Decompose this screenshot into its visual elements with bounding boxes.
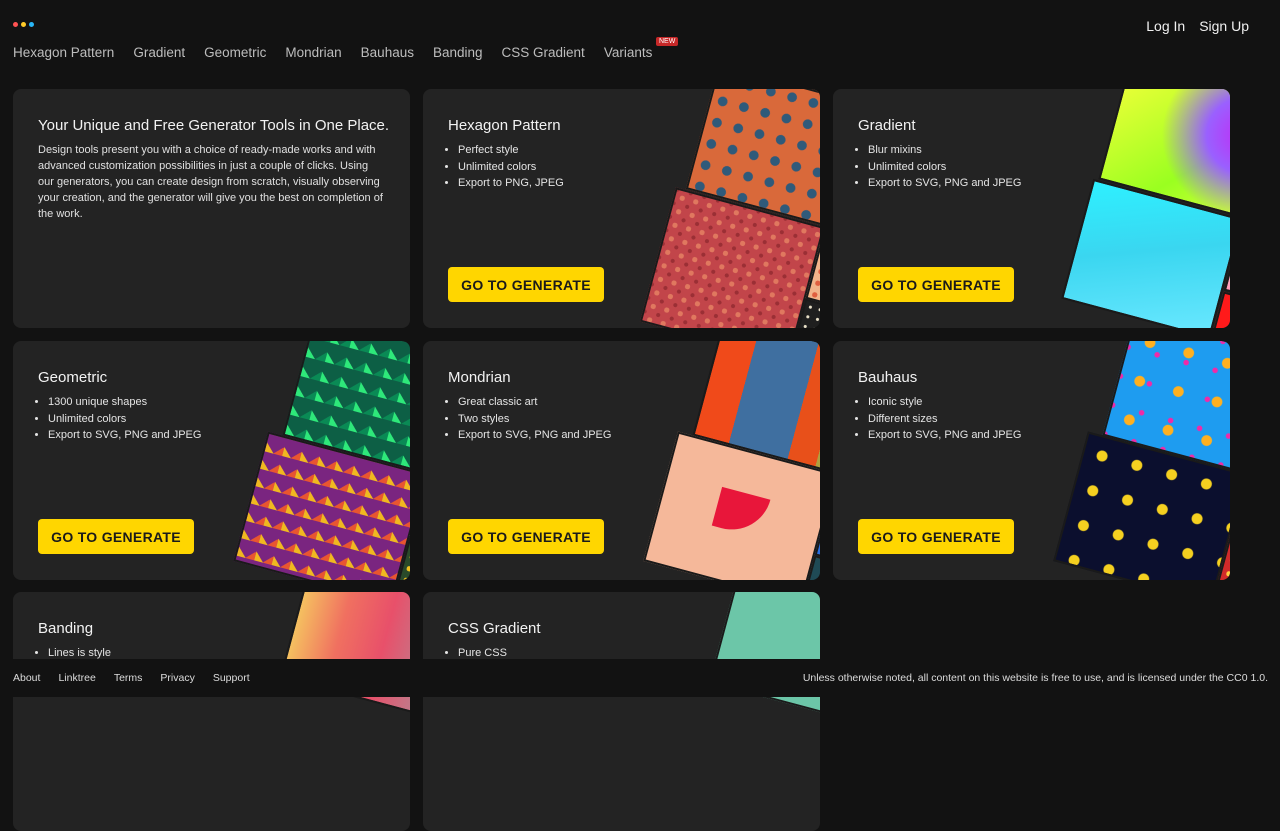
go-to-generate-button[interactable]: GO TO GENERATE	[448, 519, 604, 554]
feature-item: Export to SVG, PNG and JPEG	[458, 427, 611, 444]
new-badge: NEW	[656, 37, 679, 46]
nav-item-variants[interactable]: Variants NEW	[603, 37, 679, 60]
logo-dot-yellow	[21, 22, 26, 27]
nav-item-gradient[interactable]: Gradient	[133, 45, 185, 60]
feature-item: Iconic style	[868, 394, 1021, 411]
nav-item-variants-label: Variants	[603, 45, 653, 60]
nav-item-mondrian[interactable]: Mondrian	[285, 45, 341, 60]
geometric-preview	[223, 341, 410, 580]
feature-item: Perfect style	[458, 142, 564, 159]
card-title: Gradient	[858, 117, 916, 134]
footer-link-about[interactable]: About	[13, 672, 40, 684]
feature-list: Perfect style Unlimited colors Export to…	[448, 142, 564, 192]
footer-link-support[interactable]: Support	[213, 672, 250, 684]
main-nav: Hexagon Pattern Gradient Geometric Mondr…	[13, 37, 679, 60]
card-mondrian: Mondrian Great classic art Two styles Ex…	[423, 341, 820, 580]
feature-item: Export to SVG, PNG and JPEG	[868, 427, 1021, 444]
nav-item-bauhaus[interactable]: Bauhaus	[361, 45, 414, 60]
footer-link-privacy[interactable]: Privacy	[160, 672, 194, 684]
feature-item: Unlimited colors	[868, 159, 1021, 176]
go-to-generate-button[interactable]: GO TO GENERATE	[858, 267, 1014, 302]
card-title: Bauhaus	[858, 369, 918, 386]
hexagon-pattern-preview	[633, 89, 820, 328]
card-css-gradient: CSS Gradient Pure CSS	[423, 592, 820, 831]
site-logo[interactable]	[13, 22, 34, 27]
footer: About Linktree Terms Privacy Support Unl…	[0, 659, 1280, 697]
feature-list: Great classic art Two styles Export to S…	[448, 394, 611, 444]
login-link[interactable]: Log In	[1146, 18, 1185, 34]
feature-item: 1300 unique shapes	[48, 394, 201, 411]
nav-item-geometric[interactable]: Geometric	[204, 45, 266, 60]
feature-item: Unlimited colors	[458, 159, 564, 176]
gradient-preview	[1043, 89, 1230, 328]
card-gradient: Gradient Blur mixins Unlimited colors Ex…	[833, 89, 1230, 328]
card-title: Mondrian	[448, 369, 511, 386]
intro-card: Your Unique and Free Generator Tools in …	[13, 89, 410, 328]
card-title: Banding	[38, 620, 94, 637]
css-gradient-preview	[633, 592, 820, 831]
go-to-generate-button[interactable]: GO TO GENERATE	[38, 519, 194, 554]
banding-preview	[223, 592, 410, 831]
feature-item: Two styles	[458, 411, 611, 428]
bauhaus-preview	[1043, 341, 1230, 580]
card-title: CSS Gradient	[448, 620, 541, 637]
mondrian-preview	[633, 341, 820, 580]
feature-item: Unlimited colors	[48, 411, 201, 428]
logo-dot-red	[13, 22, 18, 27]
feature-list: Iconic style Different sizes Export to S…	[858, 394, 1021, 444]
feature-item: Export to PNG, JPEG	[458, 175, 564, 192]
feature-item: Blur mixins	[868, 142, 1021, 159]
license-notice: Unless otherwise noted, all content on t…	[802, 672, 1268, 684]
nav-item-banding[interactable]: Banding	[433, 45, 483, 60]
card-hexagon-pattern: Hexagon Pattern Perfect style Unlimited …	[423, 89, 820, 328]
card-banding: Banding Lines is style	[13, 592, 410, 831]
signup-link[interactable]: Sign Up	[1199, 18, 1249, 34]
footer-links: About Linktree Terms Privacy Support	[13, 672, 250, 684]
nav-item-css-gradient[interactable]: CSS Gradient	[502, 45, 585, 60]
go-to-generate-button[interactable]: GO TO GENERATE	[858, 519, 1014, 554]
intro-description: Design tools present you with a choice o…	[38, 144, 383, 220]
go-to-generate-button[interactable]: GO TO GENERATE	[448, 267, 604, 302]
card-title: Hexagon Pattern	[448, 117, 561, 134]
card-title: Geometric	[38, 369, 108, 386]
intro-title: Your Unique and Free Generator Tools in …	[38, 117, 390, 134]
footer-link-terms[interactable]: Terms	[114, 672, 143, 684]
card-geometric: Geometric 1300 unique shapes Unlimited c…	[13, 341, 410, 580]
footer-link-linktree[interactable]: Linktree	[58, 672, 95, 684]
feature-item: Export to SVG, PNG and JPEG	[868, 175, 1021, 192]
feature-item: Different sizes	[868, 411, 1021, 428]
auth-links: Log In Sign Up	[1146, 18, 1249, 34]
logo-dot-blue	[29, 22, 34, 27]
card-bauhaus: Bauhaus Iconic style Different sizes Exp…	[833, 341, 1230, 580]
feature-list: 1300 unique shapes Unlimited colors Expo…	[38, 394, 201, 444]
nav-item-hexagon-pattern[interactable]: Hexagon Pattern	[13, 45, 114, 60]
feature-list: Blur mixins Unlimited colors Export to S…	[858, 142, 1021, 192]
feature-item: Great classic art	[458, 394, 611, 411]
feature-item: Export to SVG, PNG and JPEG	[48, 427, 201, 444]
